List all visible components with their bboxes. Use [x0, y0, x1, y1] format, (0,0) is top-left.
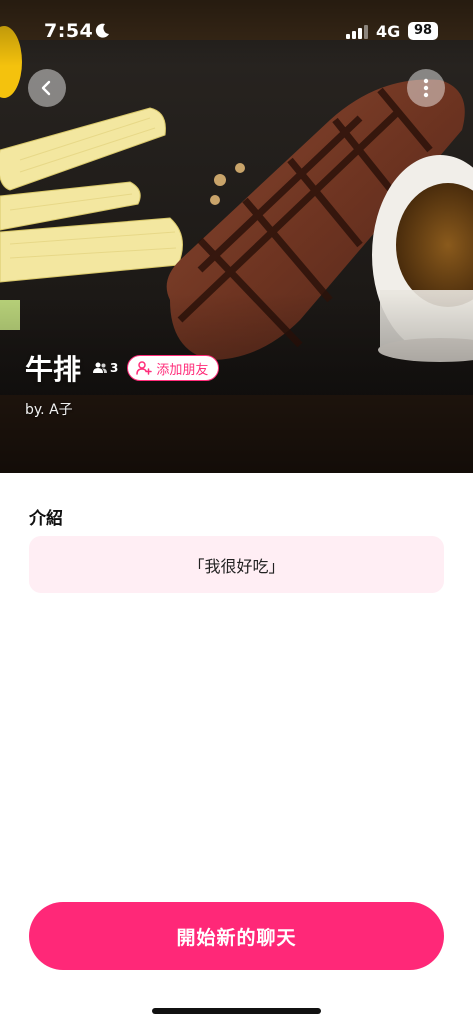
intro-card: 「我很好吃」 — [29, 536, 444, 593]
people-icon — [93, 362, 108, 373]
add-friend-button[interactable]: 添加朋友 — [127, 355, 220, 381]
member-count: 3 — [93, 361, 118, 375]
bot-detail-screen: 7:54 4G 98 牛排 3 添加朋友 by. A子 介紹 「我很好吃」 開始… — [0, 0, 473, 1024]
battery-indicator: 98 — [408, 22, 438, 40]
chevron-left-icon — [41, 80, 51, 96]
more-vertical-icon — [423, 78, 429, 98]
add-user-icon — [136, 361, 153, 375]
start-new-chat-button[interactable]: 開始新的聊天 — [29, 902, 444, 970]
status-time: 7:54 — [44, 20, 94, 42]
moon-icon — [95, 23, 109, 38]
member-count-value: 3 — [110, 361, 119, 375]
status-bar: 7:54 4G 98 — [0, 0, 473, 60]
bot-name: 牛排 — [25, 353, 82, 386]
bot-header: 牛排 3 添加朋友 — [25, 348, 220, 388]
intro-text: 「我很好吃」 — [188, 556, 285, 576]
add-friend-label: 添加朋友 — [156, 362, 209, 378]
more-options-button[interactable] — [407, 69, 445, 107]
back-button[interactable] — [28, 69, 66, 107]
author-label: by. A子 — [25, 402, 73, 418]
network-label: 4G — [376, 22, 401, 41]
intro-heading: 介紹 — [29, 509, 63, 529]
start-new-chat-label: 開始新的聊天 — [176, 926, 297, 949]
home-indicator — [152, 1008, 321, 1014]
signal-icon — [346, 25, 368, 39]
